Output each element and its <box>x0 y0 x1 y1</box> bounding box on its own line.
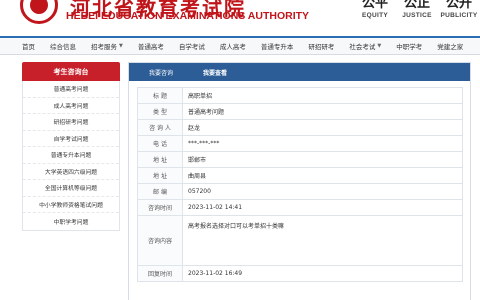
row-label: 电 话 <box>137 135 183 152</box>
nav-item-label: 普通专升本 <box>260 43 294 51</box>
row-value: 曲周县 <box>182 167 463 184</box>
row-value: 普通高考问题 <box>182 103 463 120</box>
row-label: 标 题 <box>137 87 183 104</box>
table-row-content: 咨询内容 高考报名选择对口可以考单招十类嘛 <box>137 215 463 266</box>
slogan-cn: 公正 <box>403 0 430 11</box>
nav-item-label: 首页 <box>22 43 35 51</box>
chevron-down-icon: ▼ <box>377 43 382 49</box>
main-nav: 首页 综合信息 招考服务 ▼ 普通高考 自学考试 成人高考 普通专升本 研招研考 … <box>0 36 480 55</box>
nav-item-label: 普通高考 <box>137 43 164 51</box>
nav-item-exam-services[interactable]: 招考服务 ▼ <box>91 41 123 51</box>
tab-consult[interactable]: 我要咨询 <box>149 68 173 77</box>
row-label: 咨询时间 <box>137 199 183 216</box>
slogan-en: PUBLICITY <box>440 12 478 19</box>
slogan-equity: 公平 EQUITY <box>358 0 392 19</box>
nav-item-label: 综合信息 <box>50 43 76 51</box>
nav-item-label: 研招研考 <box>308 43 335 51</box>
site-header: 河北省教育考试院 HEBEI EDUCATION EXAMINATIONS AU… <box>0 0 480 30</box>
content-value: 高考报名选择对口可以考单招十类嘛 <box>182 215 463 266</box>
nav-item-label: 党建之家 <box>437 43 464 51</box>
sidebar-item-adult[interactable]: 成人高考问题 <box>23 98 119 114</box>
sidebar-item-cet[interactable]: 大学英语四六级问题 <box>23 164 119 180</box>
sidebar-item-postgrad[interactable]: 研招研考问题 <box>23 114 119 131</box>
table-row: 标 题 高职单招 <box>137 87 463 104</box>
content-label: 咨询内容 <box>137 215 183 266</box>
row-value: 赵龙 <box>182 119 463 136</box>
nav-item-label: 招考服务 <box>91 43 117 51</box>
reply-time-value: 2023-11-02 16:49 <box>182 265 463 282</box>
nav-item-adult-exam[interactable]: 成人高考 <box>220 41 246 51</box>
sidebar-title: 考生咨询台 <box>22 62 120 81</box>
sidebar-item-teacher-cert[interactable]: 中小学教师资格笔试问题 <box>23 197 119 213</box>
slogan-en: JUSTICE <box>402 12 432 19</box>
nav-item-upgrade[interactable]: 普通专升本 <box>261 41 294 51</box>
slogan-en: EQUITY <box>362 12 388 19</box>
row-value: 高职单招 <box>182 87 463 104</box>
tab-bar: 我要咨询 我要查看 <box>129 63 470 81</box>
nav-item-vocational[interactable]: 中职学考 <box>396 41 422 51</box>
nav-item-self-study[interactable]: 自学考试 <box>179 41 205 51</box>
consult-sidebar: 考生咨询台 普通高考问题 成人高考问题 研招研考问题 自学考试问题 普通专升本问… <box>22 62 120 231</box>
slogan-justice: 公正 JUSTICE <box>400 0 434 19</box>
slogan-group: 公平 EQUITY 公正 JUSTICE 公开 PUBLICITY <box>358 0 478 19</box>
sidebar-item-vocational[interactable]: 中职学考问题 <box>23 213 119 230</box>
table-row: 回复时间 2023-11-02 16:49 <box>137 265 463 282</box>
nav-item-label: 自学考试 <box>178 43 205 51</box>
nav-item-postgrad[interactable]: 研招研考 <box>308 41 334 51</box>
table-row: 地 址 曲周县 <box>137 167 463 184</box>
sidebar-list: 普通高考问题 成人高考问题 研招研考问题 自学考试问题 普通专升本问题 大学英语… <box>22 81 120 231</box>
nav-item-party[interactable]: 党建之家 <box>437 41 463 51</box>
sidebar-item-upgrade[interactable]: 普通专升本问题 <box>23 147 119 164</box>
nav-item-gaokao[interactable]: 普通高考 <box>138 41 164 51</box>
row-label: 类 型 <box>137 103 183 120</box>
nav-item-label: 社会考试 <box>349 43 376 51</box>
chevron-down-icon: ▼ <box>119 43 123 49</box>
site-logo[interactable] <box>20 0 58 24</box>
consult-detail-table: 标 题 高职单招 类 型 普通高考问题 咨 询 人 赵龙 电 话 ***-***… <box>137 87 463 282</box>
consult-detail-panel: 我要咨询 我要查看 标 题 高职单招 类 型 普通高考问题 咨 询 人 赵龙 电… <box>128 62 471 300</box>
nav-item-general-info[interactable]: 综合信息 <box>50 41 76 51</box>
row-value: 057200 <box>182 183 463 200</box>
site-title-en: HEBEI EDUCATION EXAMINATIONS AUTHORITY <box>66 10 310 22</box>
row-label: 邮 编 <box>137 183 183 200</box>
row-value: ***-***-*** <box>182 135 463 152</box>
nav-item-label: 成人高考 <box>219 43 246 51</box>
row-label: 地 址 <box>137 151 183 168</box>
table-row: 邮 编 057200 <box>137 183 463 200</box>
row-value: 邯郸市 <box>182 151 463 168</box>
sidebar-item-ncre[interactable]: 全国计算机等级问题 <box>23 180 119 197</box>
table-row: 地 址 邯郸市 <box>137 151 463 168</box>
row-label: 地 址 <box>137 167 183 184</box>
tab-query[interactable]: 我要查看 <box>203 68 227 77</box>
slogan-publicity: 公开 PUBLICITY <box>440 0 478 19</box>
table-row: 咨询时间 2023-11-02 14:41 <box>137 199 463 216</box>
row-value: 2023-11-02 14:41 <box>182 199 463 216</box>
table-row: 电 话 ***-***-*** <box>137 135 463 152</box>
table-row: 类 型 普通高考问题 <box>137 103 463 120</box>
row-label: 咨 询 人 <box>137 119 183 136</box>
sidebar-item-gaokao[interactable]: 普通高考问题 <box>23 81 119 98</box>
sidebar-item-self-study[interactable]: 自学考试问题 <box>23 131 119 147</box>
reply-time-label: 回复时间 <box>137 265 183 282</box>
slogan-cn: 公平 <box>361 0 388 11</box>
nav-item-home[interactable]: 首页 <box>22 41 35 51</box>
nav-item-label: 中职学考 <box>396 43 423 51</box>
nav-item-social-exams[interactable]: 社会考试 ▼ <box>349 41 381 51</box>
table-row: 咨 询 人 赵龙 <box>137 119 463 136</box>
slogan-cn: 公开 <box>445 0 472 11</box>
